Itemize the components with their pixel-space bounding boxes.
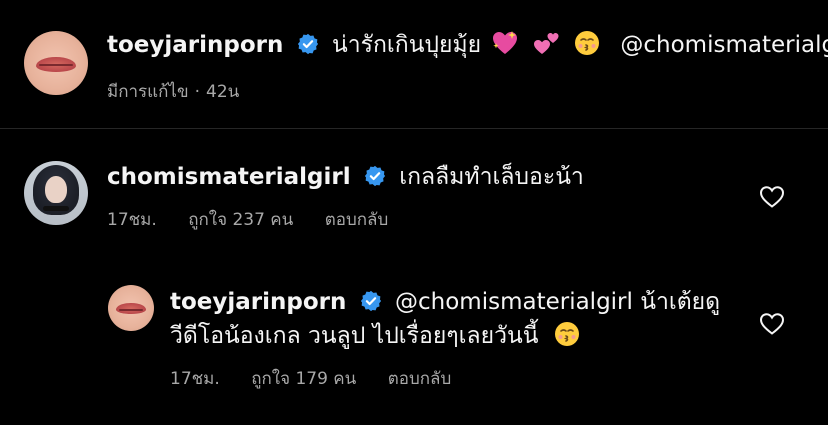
avatar-face-graphic xyxy=(45,176,67,204)
verified-badge-icon xyxy=(364,165,386,195)
avatar-collar-graphic xyxy=(43,205,69,211)
comment-likes[interactable]: ถูกใจ 237 คน xyxy=(188,210,293,230)
reply-likes[interactable]: ถูกใจ 179 คน xyxy=(251,369,356,389)
reply-line-1: toeyjarinporn @chomismaterialgirl น้าเต้… xyxy=(170,287,720,320)
kissing-face-emoji xyxy=(574,30,600,64)
two-hearts-emoji xyxy=(533,30,561,64)
reply-reply-button[interactable]: ตอบกลับ xyxy=(388,369,452,389)
caption-time: 42น xyxy=(206,82,240,102)
heart-icon[interactable] xyxy=(759,185,785,213)
caption-meta: มีการแก้ไข · 42น xyxy=(107,78,265,105)
kissing-face-emoji xyxy=(554,321,580,355)
reply-meta: 17ชม. ถูกใจ 179 คน ตอบกลับ xyxy=(170,365,477,392)
caption-divider xyxy=(0,128,828,129)
comment-line: chomismaterialgirl เกลลืมทำเล็บอะน้า xyxy=(107,162,584,195)
caption-line: toeyjarinporn น่ารักเกินปุยมุ้ย @chomism… xyxy=(107,30,828,64)
reply-time: 17ชม. xyxy=(170,369,220,389)
meta-separator: · xyxy=(194,82,201,102)
comment-text: เกลลืมทำเล็บอะน้า xyxy=(399,164,584,190)
verified-badge-icon xyxy=(297,33,319,63)
reply-button[interactable]: ตอบกลับ xyxy=(325,210,389,230)
reply-text-line2: วีดีโอน้องเกล วนลูป ไปเรื่อยๆเลยวันนี้ xyxy=(170,323,539,349)
reply-text-line1: น้าเต้ยดู xyxy=(640,289,721,315)
caption-mention[interactable]: @chomismaterialgirl xyxy=(620,32,828,58)
avatar-lips-graphic xyxy=(116,303,146,315)
comment-meta: 17ชม. ถูกใจ 237 คน ตอบกลับ xyxy=(107,206,414,233)
avatar-lips-graphic xyxy=(35,56,77,72)
heart-icon[interactable] xyxy=(759,312,785,340)
reply-username[interactable]: toeyjarinporn xyxy=(170,289,346,315)
reply-author-avatar[interactable] xyxy=(108,285,154,331)
caption-text: น่ารักเกินปุยมุ้ย xyxy=(332,32,482,58)
comment-username[interactable]: chomismaterialgirl xyxy=(107,164,351,190)
caption-author-avatar[interactable] xyxy=(24,31,88,95)
reply-line-2: วีดีโอน้องเกล วนลูป ไปเรื่อยๆเลยวันนี้ xyxy=(170,321,583,355)
post-caption: toeyjarinporn น่ารักเกินปุยมุ้ย @chomism… xyxy=(0,0,828,128)
verified-badge-icon xyxy=(360,290,382,320)
comment-time: 17ชม. xyxy=(107,210,157,230)
caption-username[interactable]: toeyjarinporn xyxy=(107,32,283,58)
edited-label: มีการแก้ไข xyxy=(107,82,189,102)
sparkling-heart-emoji xyxy=(491,30,519,64)
commenter-avatar[interactable] xyxy=(24,161,88,225)
reply-mention[interactable]: @chomismaterialgirl xyxy=(395,289,633,315)
